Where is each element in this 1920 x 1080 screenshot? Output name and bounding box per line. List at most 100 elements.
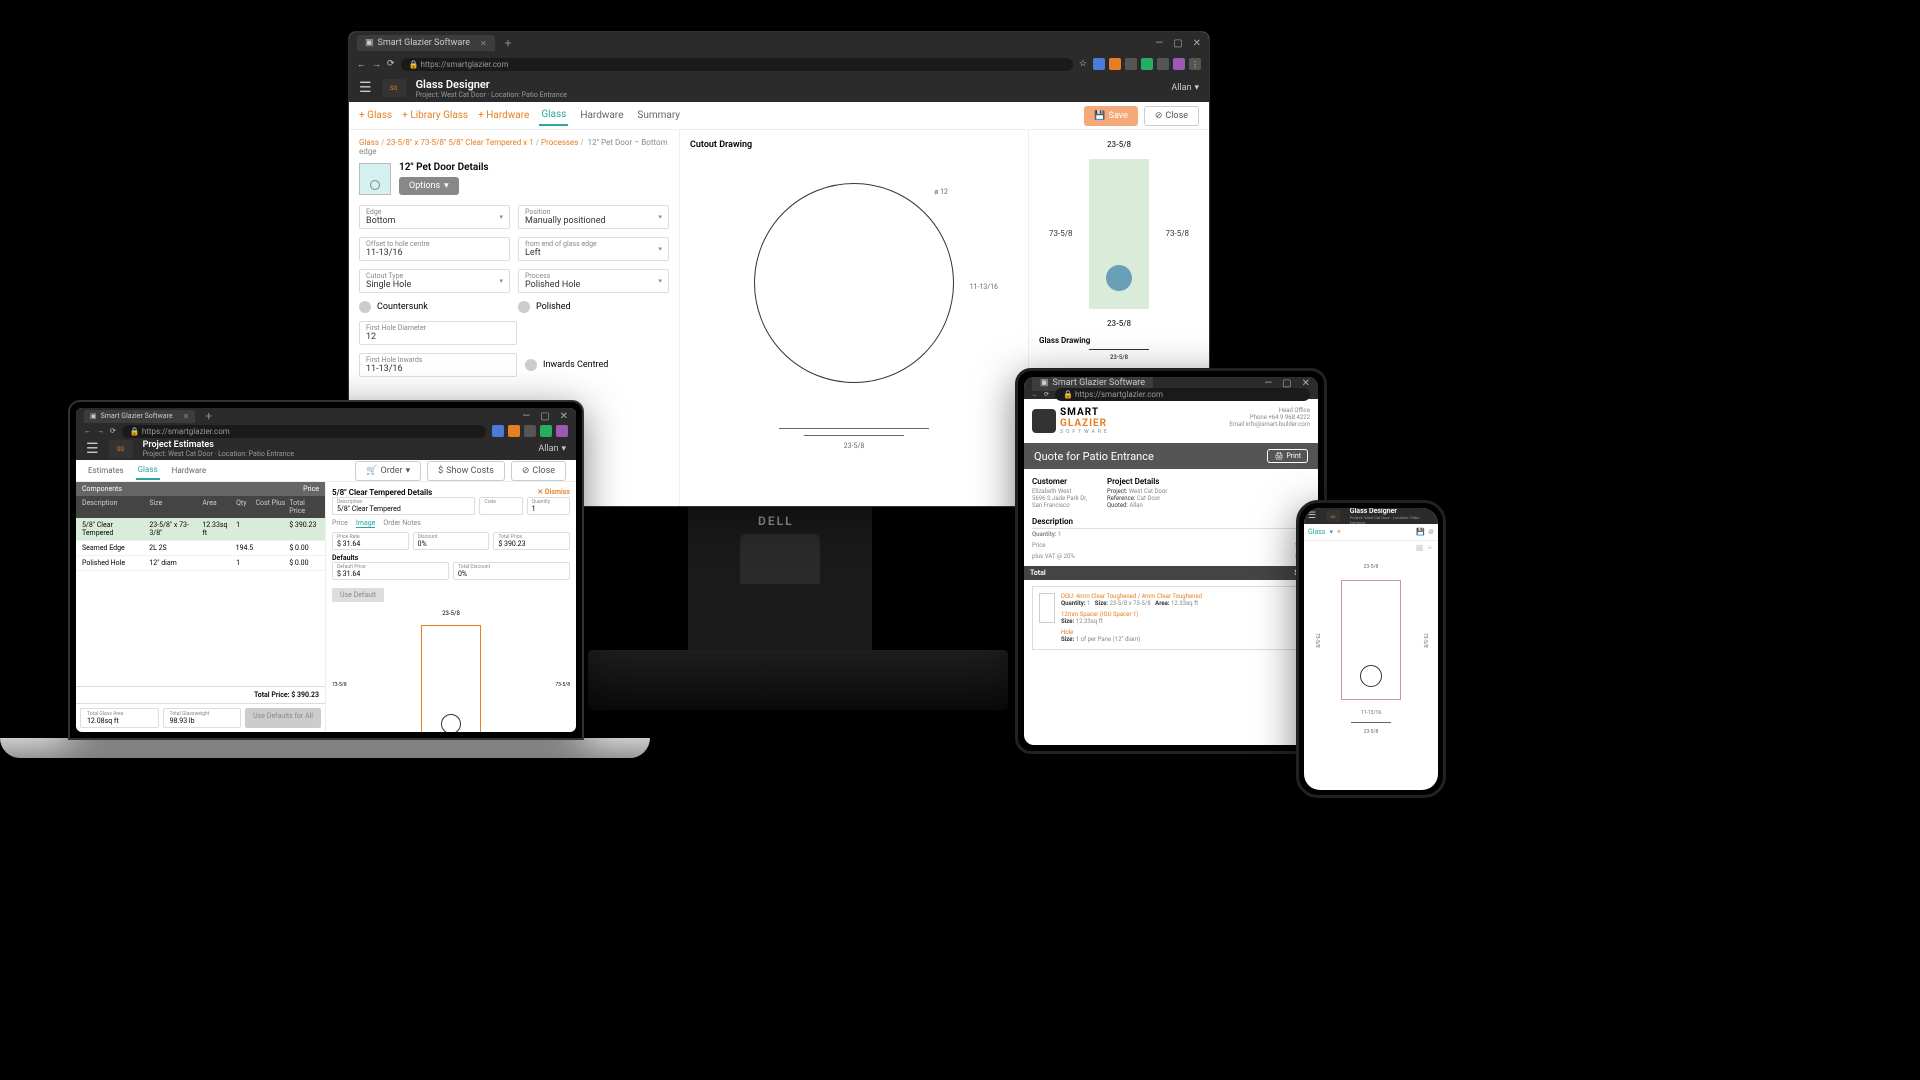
save-icon[interactable]: 💾 (1416, 528, 1425, 536)
app-header: ☰ SG Project EstimatesProject: West Cat … (76, 438, 576, 460)
polished-radio[interactable] (518, 301, 530, 313)
forward-icon[interactable]: → (372, 59, 381, 70)
add-button[interactable]: + (1337, 528, 1341, 536)
table-row[interactable]: Seamed Edge2L 2S194.5$ 0.00 (76, 541, 325, 556)
total-area: Total Glass Area12.08sq ft (80, 708, 159, 728)
new-tab-button[interactable]: + (201, 409, 216, 423)
diameter-input[interactable]: First Hole Diameter12 (359, 321, 517, 345)
browser-tab[interactable]: ▣Smart Glazier Software✕ (357, 35, 495, 51)
browser-tab[interactable]: ▣ Smart Glazier Software✕ (84, 410, 195, 423)
maximize-icon[interactable]: ▢ (1173, 38, 1182, 49)
hamburger-icon[interactable]: ☰ (86, 441, 99, 457)
tab-glass[interactable]: Glass (1308, 528, 1326, 536)
url-input[interactable]: 🔒 https://smartglazier.com (122, 425, 486, 438)
tab-glass[interactable]: Glass (136, 461, 160, 480)
close-window-icon[interactable]: ✕ (1193, 38, 1201, 49)
close-button[interactable]: ⊘ Close (511, 461, 566, 481)
subtab-notes[interactable]: Order Notes (383, 519, 421, 528)
glass-drawing: 23-5/8 73-5/8 73-5/8 11-13/16 23-5/8 (1304, 554, 1438, 745)
code-input[interactable]: Code (479, 497, 522, 515)
back-icon[interactable]: ← (1032, 391, 1038, 398)
save-button[interactable]: 💾 Save (1084, 106, 1137, 126)
extension-icon[interactable] (1157, 58, 1169, 70)
new-tab-button[interactable]: + (501, 36, 516, 50)
options-button[interactable]: Options ▾ (399, 177, 459, 195)
table-row[interactable]: Polished Hole12" diam1$ 0.00 (76, 556, 325, 571)
add-library-glass-button[interactable]: + Library Glass (402, 110, 468, 121)
close-icon[interactable]: ⊘ (1428, 528, 1434, 536)
minimize-icon[interactable]: — (1155, 38, 1163, 49)
from-edge-select[interactable]: from end of glass edgeLeft (518, 237, 669, 261)
reload-icon[interactable]: ⟳ (1044, 391, 1049, 398)
glass-drawing (421, 625, 481, 732)
avatar-icon[interactable] (1173, 58, 1185, 70)
close-window-icon[interactable]: ✕ (560, 411, 568, 422)
url-input[interactable]: 🔒 https://smartglazier.com (1055, 388, 1310, 401)
use-defaults-all-button[interactable]: Use Defaults for All (245, 708, 321, 728)
tab-estimates[interactable]: Estimates (86, 462, 126, 479)
extension-icon[interactable] (1093, 58, 1105, 70)
breadcrumb[interactable]: Glass/23-5/8" x 73-5/8" 5/8" Clear Tempe… (359, 138, 669, 156)
user-menu[interactable]: Allan ▾ (538, 444, 566, 454)
hamburger-icon[interactable]: ☰ (1308, 511, 1316, 521)
reload-icon[interactable]: ⟳ (110, 427, 116, 435)
forward-icon[interactable]: → (97, 427, 104, 435)
quantity-input[interactable]: Quantity1 (527, 497, 570, 515)
inwards-centred-radio[interactable] (525, 359, 537, 371)
maximize-icon[interactable]: ▢ (540, 411, 549, 422)
description-input[interactable]: Description5/8" Clear Tempered (332, 497, 475, 515)
process-select[interactable]: ProcessPolished Hole (518, 269, 669, 293)
print-button[interactable]: 🖨 Print (1267, 449, 1308, 463)
user-menu[interactable]: Allan▾ (1171, 83, 1199, 93)
tab-summary[interactable]: Summary (635, 106, 682, 125)
maximize-icon[interactable]: ▢ (1282, 378, 1291, 389)
extension-icon[interactable] (524, 425, 536, 437)
extension-icon[interactable] (1141, 58, 1153, 70)
url-input[interactable]: 🔒 https://smartglazier.com (401, 58, 1073, 71)
add-glass-button[interactable]: + Glass (359, 110, 392, 121)
grid-icon[interactable]: ▦ (1416, 543, 1424, 552)
dismiss-button[interactable]: ✕ Dismiss (537, 488, 570, 497)
price-rate[interactable]: Price Rate$ 31.64 (332, 532, 409, 550)
add-hardware-button[interactable]: + Hardware (478, 110, 529, 121)
subtab-price[interactable]: Price (332, 519, 348, 528)
table-row[interactable]: 5/8" Clear Tempered23-5/8" x 73-3/8"12.3… (76, 518, 325, 541)
cutout-type-select[interactable]: Cutout TypeSingle Hole (359, 269, 510, 293)
close-window-icon[interactable]: ✕ (1302, 378, 1310, 389)
extension-icon[interactable] (508, 425, 520, 437)
app-logo: SG (1326, 510, 1340, 522)
minimize-icon[interactable]: — (522, 411, 530, 422)
position-select[interactable]: PositionManually positioned (518, 205, 669, 229)
back-icon[interactable]: ← (84, 427, 91, 435)
extension-icon[interactable] (540, 425, 552, 437)
table-header: DescriptionSizeAreaQtyCost PlusTotal Pri… (76, 496, 325, 518)
chevron-down-icon[interactable]: ▾ (1330, 528, 1334, 536)
extension-icon[interactable] (492, 425, 504, 437)
dimension-label: 23-5/8 (690, 442, 1018, 450)
close-tab-icon[interactable]: ✕ (480, 39, 487, 48)
close-button[interactable]: ⊘ Close (1144, 106, 1199, 126)
order-button[interactable]: 🛒 Order ▾ (355, 461, 421, 481)
avatar-icon[interactable] (556, 425, 568, 437)
use-default-button[interactable]: Use Default (332, 588, 384, 602)
back-icon[interactable]: ← (357, 59, 366, 70)
edge-select[interactable]: EdgeBottom (359, 205, 510, 229)
tab-glass[interactable]: Glass (539, 105, 568, 126)
list-icon[interactable]: ≡ (1427, 543, 1432, 552)
extension-icon[interactable] (1125, 58, 1137, 70)
subtab-image[interactable]: Image (356, 519, 376, 528)
extension-icon[interactable] (1109, 58, 1121, 70)
minimize-icon[interactable]: — (1264, 378, 1272, 389)
menu-icon[interactable]: ⋮ (1189, 58, 1201, 70)
reload-icon[interactable]: ⟳ (387, 59, 395, 70)
countersunk-radio[interactable] (359, 301, 371, 313)
glass-hole-icon (1106, 265, 1132, 291)
inwards-input[interactable]: First Hole Inwards11-13/16 (359, 353, 517, 377)
offset-input[interactable]: Offset to hole centre11-13/16 (359, 237, 510, 261)
hamburger-icon[interactable]: ☰ (359, 80, 372, 96)
discount-input[interactable]: Discount0% (413, 532, 490, 550)
tab-hardware[interactable]: Hardware (578, 106, 625, 125)
tab-hardware[interactable]: Hardware (170, 462, 208, 479)
show-costs-button[interactable]: $ Show Costs (427, 461, 505, 481)
star-icon[interactable]: ☆ (1079, 59, 1087, 69)
